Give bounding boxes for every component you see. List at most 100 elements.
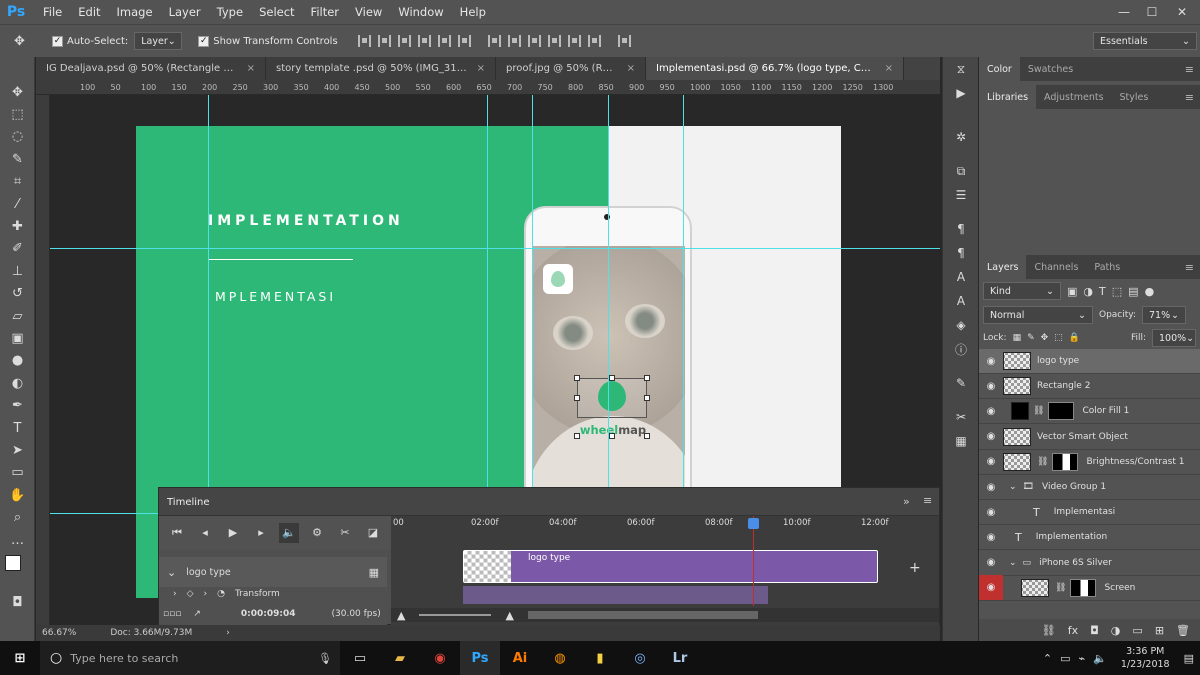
status-menu-arrow-icon[interactable]: › bbox=[226, 628, 230, 638]
next-frame-icon[interactable]: ▸ bbox=[251, 523, 271, 543]
align-right-icon[interactable] bbox=[457, 35, 471, 47]
link-layers-icon[interactable]: ⛓ bbox=[1042, 624, 1056, 637]
distribute-right-icon[interactable] bbox=[587, 35, 601, 47]
transform-handle[interactable] bbox=[574, 375, 580, 381]
brush-tool-icon[interactable]: ✐ bbox=[0, 238, 35, 260]
transform-handle[interactable] bbox=[574, 395, 580, 401]
layer-row[interactable]: ◉ T Implementasi bbox=[979, 500, 1200, 526]
type-tool-icon[interactable]: T bbox=[0, 417, 35, 439]
foreground-color-swatch[interactable] bbox=[5, 555, 21, 572]
visibility-eye-icon[interactable]: ◉ bbox=[979, 575, 1003, 601]
expand-chevron-icon[interactable]: ⌄ bbox=[1009, 558, 1017, 568]
paragraph-icon[interactable]: ¶ bbox=[943, 217, 979, 241]
navigator-icon[interactable]: ✲ bbox=[943, 125, 979, 149]
panel-tab-layers[interactable]: Layers bbox=[979, 255, 1027, 279]
character-icon[interactable]: A bbox=[943, 289, 979, 313]
convert-icon[interactable]: ↗ bbox=[193, 609, 201, 619]
lock-artboard-icon[interactable]: ⬚ bbox=[1054, 333, 1063, 343]
timeline-track-area[interactable]: 00 02:00f 04:00f 06:00f 08:00f 10:00f 12:00f l… bbox=[391, 516, 939, 626]
previous-frame-icon[interactable]: ◂ bbox=[195, 523, 215, 543]
menu-window[interactable]: Window bbox=[390, 5, 451, 19]
align-vcenter-icon[interactable] bbox=[377, 35, 391, 47]
filter-shape-icon[interactable]: ⬚ bbox=[1112, 285, 1122, 298]
layer-row[interactable]: ◉ T Implementation bbox=[979, 525, 1200, 551]
task-view-icon[interactable]: ▭ bbox=[340, 641, 380, 675]
align-top-icon[interactable] bbox=[357, 35, 371, 47]
filter-type-icon[interactable]: T bbox=[1099, 285, 1106, 298]
new-layer-icon[interactable]: ⊞ bbox=[1155, 624, 1164, 637]
expand-chevron-icon[interactable]: ⌄ bbox=[167, 566, 176, 579]
panel-tab-channels[interactable]: Channels bbox=[1026, 255, 1086, 279]
playhead-handle[interactable] bbox=[748, 518, 759, 529]
layer-row[interactable]: ◉ Vector Smart Object bbox=[979, 425, 1200, 450]
lightroom-taskbar-icon[interactable]: Lr bbox=[660, 641, 700, 675]
timeline-scrollbar[interactable] bbox=[527, 611, 758, 619]
close-icon[interactable]: ✕ bbox=[1168, 0, 1196, 24]
close-tab-icon[interactable]: × bbox=[477, 63, 485, 74]
path-select-tool-icon[interactable]: ➤ bbox=[0, 439, 35, 461]
document-tab[interactable]: Implementasi.psd @ 66.7% (logo type, CMY… bbox=[646, 57, 904, 80]
keyframe-icon[interactable]: ◇ bbox=[187, 589, 194, 599]
eraser-tool-icon[interactable]: ▱ bbox=[0, 305, 35, 327]
visibility-eye-icon[interactable]: ◉ bbox=[979, 381, 1003, 392]
illustrator-taskbar-icon[interactable]: Ai bbox=[500, 641, 540, 675]
close-tab-icon[interactable]: × bbox=[627, 63, 635, 74]
distribute-vcenter-icon[interactable] bbox=[507, 35, 521, 47]
align-hcenter-icon[interactable] bbox=[437, 35, 451, 47]
distribute-bottom-icon[interactable] bbox=[527, 35, 541, 47]
history-brush-tool-icon[interactable]: ↺ bbox=[0, 283, 35, 305]
chrome-icon[interactable]: ◉ bbox=[420, 641, 460, 675]
menu-filter[interactable]: Filter bbox=[303, 5, 347, 19]
expand-chevron-icon[interactable]: ⌄ bbox=[1009, 482, 1017, 492]
actions-play-icon[interactable]: ▶ bbox=[943, 81, 979, 105]
panel-tab-adjustments[interactable]: Adjustments bbox=[1036, 85, 1112, 109]
filter-adjust-icon[interactable]: ◑ bbox=[1083, 285, 1093, 298]
blur-tool-icon[interactable]: ● bbox=[0, 350, 35, 372]
clone-stamp-tool-icon[interactable]: ⊥ bbox=[0, 260, 35, 282]
delete-layer-icon[interactable]: 🗑 bbox=[1176, 624, 1190, 637]
quick-mask-icon[interactable]: ◘ bbox=[0, 591, 35, 613]
distribute-top-icon[interactable] bbox=[487, 35, 501, 47]
quick-select-tool-icon[interactable]: ✎ bbox=[0, 148, 35, 170]
layer-mask-thumbnail[interactable] bbox=[1070, 578, 1097, 597]
video-clip-bar[interactable]: logo type bbox=[463, 550, 878, 583]
close-tab-icon[interactable]: × bbox=[885, 63, 893, 74]
transition-icon[interactable]: ◪ bbox=[363, 523, 383, 543]
move-tool-icon[interactable]: ✥ bbox=[0, 81, 35, 103]
transform-handle[interactable] bbox=[644, 375, 650, 381]
add-mask-icon[interactable]: ◘ bbox=[1090, 624, 1099, 637]
visibility-eye-icon[interactable]: ◉ bbox=[979, 507, 1003, 518]
dodge-tool-icon[interactable]: ◐ bbox=[0, 372, 35, 394]
zoom-in-mountain-icon[interactable]: ▲ bbox=[505, 609, 513, 622]
move-tool-icon[interactable]: ✥ bbox=[14, 34, 38, 49]
minimize-icon[interactable]: — bbox=[1110, 0, 1138, 24]
menu-type[interactable]: Type bbox=[209, 5, 251, 19]
layer-row[interactable]: ◉ ⛓ Brightness/Contrast 1 bbox=[979, 450, 1200, 475]
fill-field[interactable]: 100% ⌄ bbox=[1152, 329, 1196, 347]
panel-tab-swatches[interactable]: Swatches bbox=[1020, 57, 1081, 81]
more-tools-icon[interactable]: … bbox=[0, 529, 35, 551]
transform-row[interactable]: › ◇ › ◔ Transform bbox=[173, 589, 280, 599]
auto-select-checkbox[interactable]: ✓ Auto-Select: bbox=[52, 35, 128, 47]
menu-file[interactable]: File bbox=[35, 5, 70, 19]
adjustment-layer-icon[interactable]: ◑ bbox=[1111, 624, 1121, 637]
search-box[interactable]: ○ Type here to search 🎙 bbox=[40, 641, 340, 675]
lock-position-icon[interactable]: ✥ bbox=[1041, 333, 1049, 343]
layer-row[interactable]: ◉ Rectangle 2 bbox=[979, 374, 1200, 400]
battery-icon[interactable]: ▭ bbox=[1060, 652, 1070, 665]
hand-tool-icon[interactable]: ✋ bbox=[0, 484, 35, 506]
blend-mode-dropdown[interactable]: Normal ⌄ bbox=[983, 306, 1093, 324]
timeline-layer-row[interactable]: ⌄ logo type ▦ bbox=[159, 557, 387, 587]
panel-tab-color[interactable]: Color bbox=[979, 57, 1020, 81]
tool-presets-icon[interactable]: ✂ bbox=[943, 405, 979, 429]
document-tab[interactable]: IG Dealjava.psd @ 50% (Rectangle 1, RGB.… bbox=[36, 57, 266, 80]
timeline-icon[interactable]: ▦ bbox=[943, 429, 979, 453]
lock-all-icon[interactable]: 🔒 bbox=[1069, 333, 1080, 343]
distribute-hcenter-icon[interactable] bbox=[567, 35, 581, 47]
filter-smart-icon[interactable]: ▤ bbox=[1128, 285, 1138, 298]
align-left-icon[interactable] bbox=[417, 35, 431, 47]
panel-menu-icon[interactable]: ≡ bbox=[1185, 63, 1194, 76]
layer-mask-thumbnail[interactable] bbox=[1052, 452, 1079, 471]
expand-arrow-icon[interactable]: › bbox=[204, 589, 208, 599]
panel-menu-icon[interactable]: ≡ bbox=[1185, 91, 1194, 104]
